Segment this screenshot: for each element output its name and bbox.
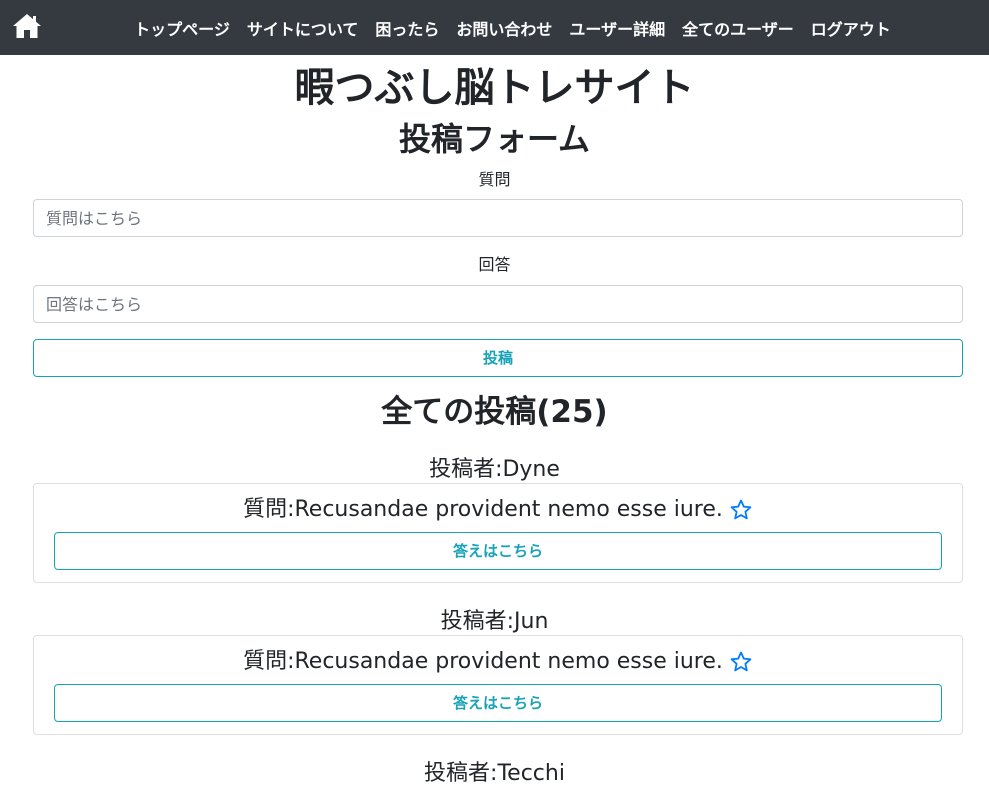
nav-item-help[interactable]: 困ったら [375, 16, 439, 40]
submit-post-button[interactable]: 投稿 [33, 339, 963, 377]
nav-item-top-page[interactable]: トップページ [134, 16, 230, 40]
post-card: 質問:Recusandae provident nemo esse iure. … [33, 483, 963, 583]
question-input[interactable] [33, 199, 963, 237]
question-row: 質問:Recusandae provident nemo esse iure. [34, 646, 962, 678]
post-question: 質問:Recusandae provident nemo esse iure. [243, 497, 723, 522]
answer-label: 回答 [478, 255, 511, 274]
nav-item-about[interactable]: サイトについて [247, 16, 359, 40]
post-form-title: 投稿フォーム [398, 120, 591, 158]
star-outline-icon[interactable] [729, 650, 753, 674]
post-author: 投稿者:Jun [440, 609, 549, 634]
post-question: 質問:Recusandae provident nemo esse iure. [243, 649, 723, 674]
show-answer-button[interactable]: 答えはこちら [54, 532, 942, 570]
post-card: 質問:Recusandae provident nemo esse iure. … [33, 635, 963, 735]
nav-item-contact[interactable]: お問い合わせ [456, 16, 552, 40]
nav-item-all-users[interactable]: 全てのユーザー [682, 16, 794, 40]
post-author: 投稿者:Tecchi [424, 761, 565, 786]
nav-menu: トップページ サイトについて 困ったら お問い合わせ ユーザー詳細 全てのユーザ… [0, 0, 989, 55]
post-author: 投稿者:Dyne [429, 457, 560, 482]
show-answer-button[interactable]: 答えはこちら [54, 684, 942, 722]
nav-item-logout[interactable]: ログアウト [811, 16, 891, 40]
question-label: 質問 [478, 170, 511, 189]
star-outline-icon[interactable] [729, 498, 753, 522]
question-row: 質問:Recusandae provident nemo esse iure. [34, 494, 962, 526]
nav-item-user-detail[interactable]: ユーザー詳細 [569, 16, 665, 40]
site-title: 暇つぶし脳トレサイト [294, 65, 695, 111]
navbar: トップページ サイトについて 困ったら お問い合わせ ユーザー詳細 全てのユーザ… [0, 0, 989, 55]
answer-input[interactable] [33, 285, 963, 323]
all-posts-heading: 全ての投稿(25) [381, 394, 608, 430]
